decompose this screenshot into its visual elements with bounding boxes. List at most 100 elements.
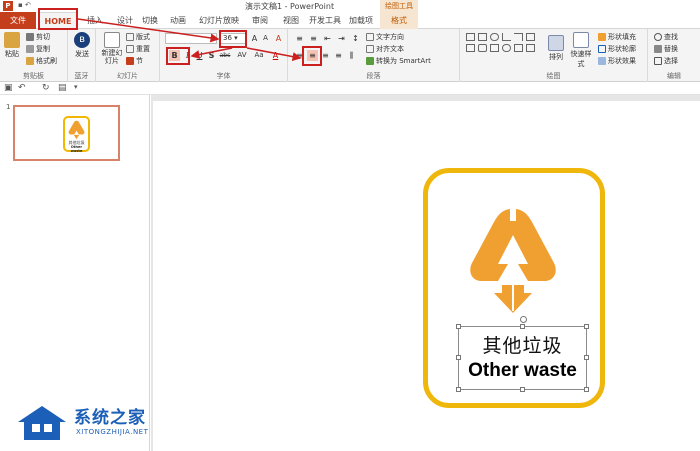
tab-review[interactable]: 审阅 [246,12,274,29]
find-label: 查找 [664,33,678,41]
underline-button[interactable]: U [194,50,205,61]
tab-slideshow[interactable]: 幻灯片放映 [196,12,242,29]
smartart-button[interactable]: 转换为 SmartArt [366,56,431,66]
arrange-button[interactable]: 排列 [546,35,566,62]
decrease-indent-icon[interactable]: ⇤ [322,33,333,44]
numbering-icon[interactable]: ≡ [308,33,319,44]
shape-star-icon[interactable] [490,44,499,52]
search-icon [654,33,662,41]
copy-button[interactable]: 复制 [26,44,50,54]
save-qat-icon[interactable]: ▣ [4,83,13,93]
section-button[interactable]: 节 [126,56,143,66]
save-icon[interactable]: ▪ [18,1,23,9]
replace-button[interactable]: 替换 [654,44,678,54]
tab-developer[interactable]: 开发工具 [306,12,344,29]
smartart-icon [366,57,374,65]
resize-handle-br[interactable] [584,387,589,392]
tab-addins[interactable]: 加载项 [346,12,376,29]
shape-callout-icon[interactable] [514,44,523,52]
site-watermark: 系统之家 XITONGZHIJIA.NET [14,400,184,445]
send-button[interactable]: ʙ 发送 [73,32,91,59]
redo-qat-icon[interactable]: ↻ [42,83,50,93]
strikethrough-button[interactable]: abc [218,50,232,61]
text-shadow-button[interactable]: S [206,50,217,61]
rotate-handle[interactable] [520,316,527,323]
shape-rect-icon[interactable] [478,33,487,41]
shape-rounded-icon[interactable] [478,44,487,52]
shape-oval-icon[interactable] [490,33,499,41]
bullets-icon[interactable]: ≡ [294,33,305,44]
sign-en-text[interactable]: Other waste [459,360,586,382]
shape-line-icon[interactable] [502,33,511,41]
font-name-field[interactable] [165,33,217,44]
shape-connector-icon[interactable] [514,33,523,41]
align-text-button[interactable]: 对齐文本 [366,44,404,54]
smartart-label: 转换为 SmartArt [376,57,431,65]
brush-icon [26,57,34,65]
columns-icon[interactable]: ⫼ [346,50,357,61]
tab-design[interactable]: 设计 [110,12,140,29]
resize-handle-tr[interactable] [584,324,589,329]
new-slide-button[interactable]: 新建幻灯片 [100,32,124,65]
shape-outline-label: 形状轮廓 [608,45,636,53]
slide-thumbnail[interactable]: 其他垃圾 Other waste [13,105,120,161]
ribbon-tabs: 文件 HOME 插入 设计 切换 动画 幻灯片放映 审阅 视图 开发工具 加载项… [0,12,700,30]
resize-handle-t[interactable] [520,324,525,329]
shrink-font-button[interactable]: A [260,33,271,44]
paste-icon [4,32,20,48]
clear-format-button[interactable]: A [273,33,284,44]
shape-arrow-icon[interactable] [526,33,535,41]
resize-handle-bl[interactable] [456,387,461,392]
tab-transitions[interactable]: 切换 [137,12,163,29]
send-label: 发送 [75,50,89,58]
slide-editing-area[interactable]: 其他垃圾 Other waste [151,95,700,451]
text-direction-button[interactable]: 文字方向 [366,32,404,42]
justify-icon[interactable]: ≡ [333,50,344,61]
select-button[interactable]: 选择 [654,56,678,66]
reset-icon [126,45,134,53]
qat-customize-icon[interactable]: ▾ [74,83,78,91]
tab-format[interactable]: 格式 [380,12,418,29]
sign-cn-text[interactable]: 其他垃圾 [459,331,586,358]
increase-indent-icon[interactable]: ⇥ [336,33,347,44]
text-direction-label: 文字方向 [376,33,404,41]
grow-font-button[interactable]: A [249,33,260,44]
change-case-button[interactable]: Aa [252,50,266,61]
paint-bucket-icon [598,33,606,41]
start-slideshow-icon[interactable]: ▤ [58,83,67,93]
font-color-button[interactable]: A [270,50,281,61]
quick-styles-button[interactable]: 快速样式 [568,32,594,69]
undo-icon[interactable]: ↶ [25,1,31,9]
annotation-align-box [302,46,322,66]
undo-qat-icon[interactable]: ↶ [18,83,26,93]
shape-fill-button[interactable]: 形状填充 [598,32,636,42]
format-painter-button[interactable]: 格式刷 [26,56,57,66]
slide-thumbnails-panel: 1 其他垃圾 Other waste [0,95,150,451]
thumb-card: 其他垃圾 Other waste [63,116,90,153]
selected-textbox[interactable]: 其他垃圾 Other waste [456,316,589,392]
tab-animations[interactable]: 动画 [164,12,192,29]
find-button[interactable]: 查找 [654,32,678,42]
cut-button[interactable]: 剪切 [26,32,50,42]
paragraph-group-label: 段落 [366,72,381,80]
new-slide-label: 新建幻灯片 [101,49,123,65]
shape-textbox-icon[interactable] [466,33,475,41]
slide-canvas[interactable]: 其他垃圾 Other waste [153,101,700,451]
reset-button[interactable]: 重置 [126,44,150,54]
shape-more-icon[interactable] [526,44,535,52]
shape-outline-button[interactable]: 形状轮廓 [598,44,636,54]
tab-insert[interactable]: 插入 [80,12,110,29]
char-spacing-button[interactable]: AV [235,50,249,61]
shape-triangle-icon[interactable] [466,44,475,52]
line-spacing-icon[interactable]: ↕ [350,33,361,44]
waste-sign-card[interactable]: 其他垃圾 Other waste [423,168,605,408]
shape-brace-icon[interactable] [502,44,511,52]
resize-handle-tl[interactable] [456,324,461,329]
align-text-icon [366,45,374,53]
resize-handle-b[interactable] [520,387,525,392]
paste-button[interactable]: 粘贴 [3,32,21,59]
tab-view[interactable]: 视图 [278,12,304,29]
layout-button[interactable]: 版式 [126,32,150,42]
shape-effects-button[interactable]: 形状效果 [598,56,636,66]
tab-file[interactable]: 文件 [0,12,36,29]
